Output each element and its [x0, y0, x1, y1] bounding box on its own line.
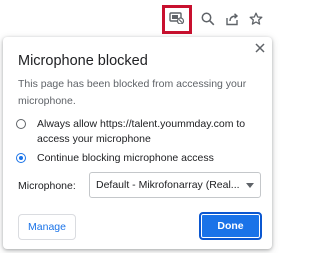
microphone-blocked-button[interactable] — [162, 5, 192, 34]
close-button[interactable] — [251, 40, 269, 58]
manage-button[interactable]: Manage — [18, 214, 76, 240]
dropdown-arrow-icon — [246, 183, 254, 188]
microphone-select[interactable]: Default - Mikrofonarray (Real... — [89, 172, 261, 198]
option-label: Continue blocking microphone access — [37, 152, 214, 164]
share-icon — [225, 12, 239, 26]
browser-toolbar — [0, 0, 275, 36]
radio-button-unselected[interactable] — [16, 119, 26, 129]
zoom-button[interactable] — [198, 9, 218, 29]
dialog-title: Microphone blocked — [18, 53, 148, 69]
camera-blocked-icon — [169, 10, 185, 29]
dialog-description: This page has been blocked from accessin… — [18, 78, 247, 107]
bookmark-button[interactable] — [246, 9, 266, 29]
permission-dialog: Microphone blocked This page has been bl… — [3, 37, 272, 249]
close-icon — [255, 40, 265, 58]
star-icon — [249, 12, 263, 26]
microphone-label: Microphone: — [18, 180, 76, 192]
search-icon — [201, 12, 215, 26]
option-label: Always allow https://talent.yoummday.com… — [37, 118, 246, 145]
microphone-select-value: Default - Mikrofonarray (Real... — [96, 179, 240, 191]
option-continue-blocking[interactable]: Continue blocking microphone access — [16, 151, 252, 166]
share-button[interactable] — [222, 9, 242, 29]
done-button[interactable]: Done — [199, 212, 262, 240]
radio-button-selected[interactable] — [16, 153, 26, 163]
option-always-allow[interactable]: Always allow https://talent.yoummday.com… — [16, 117, 252, 147]
